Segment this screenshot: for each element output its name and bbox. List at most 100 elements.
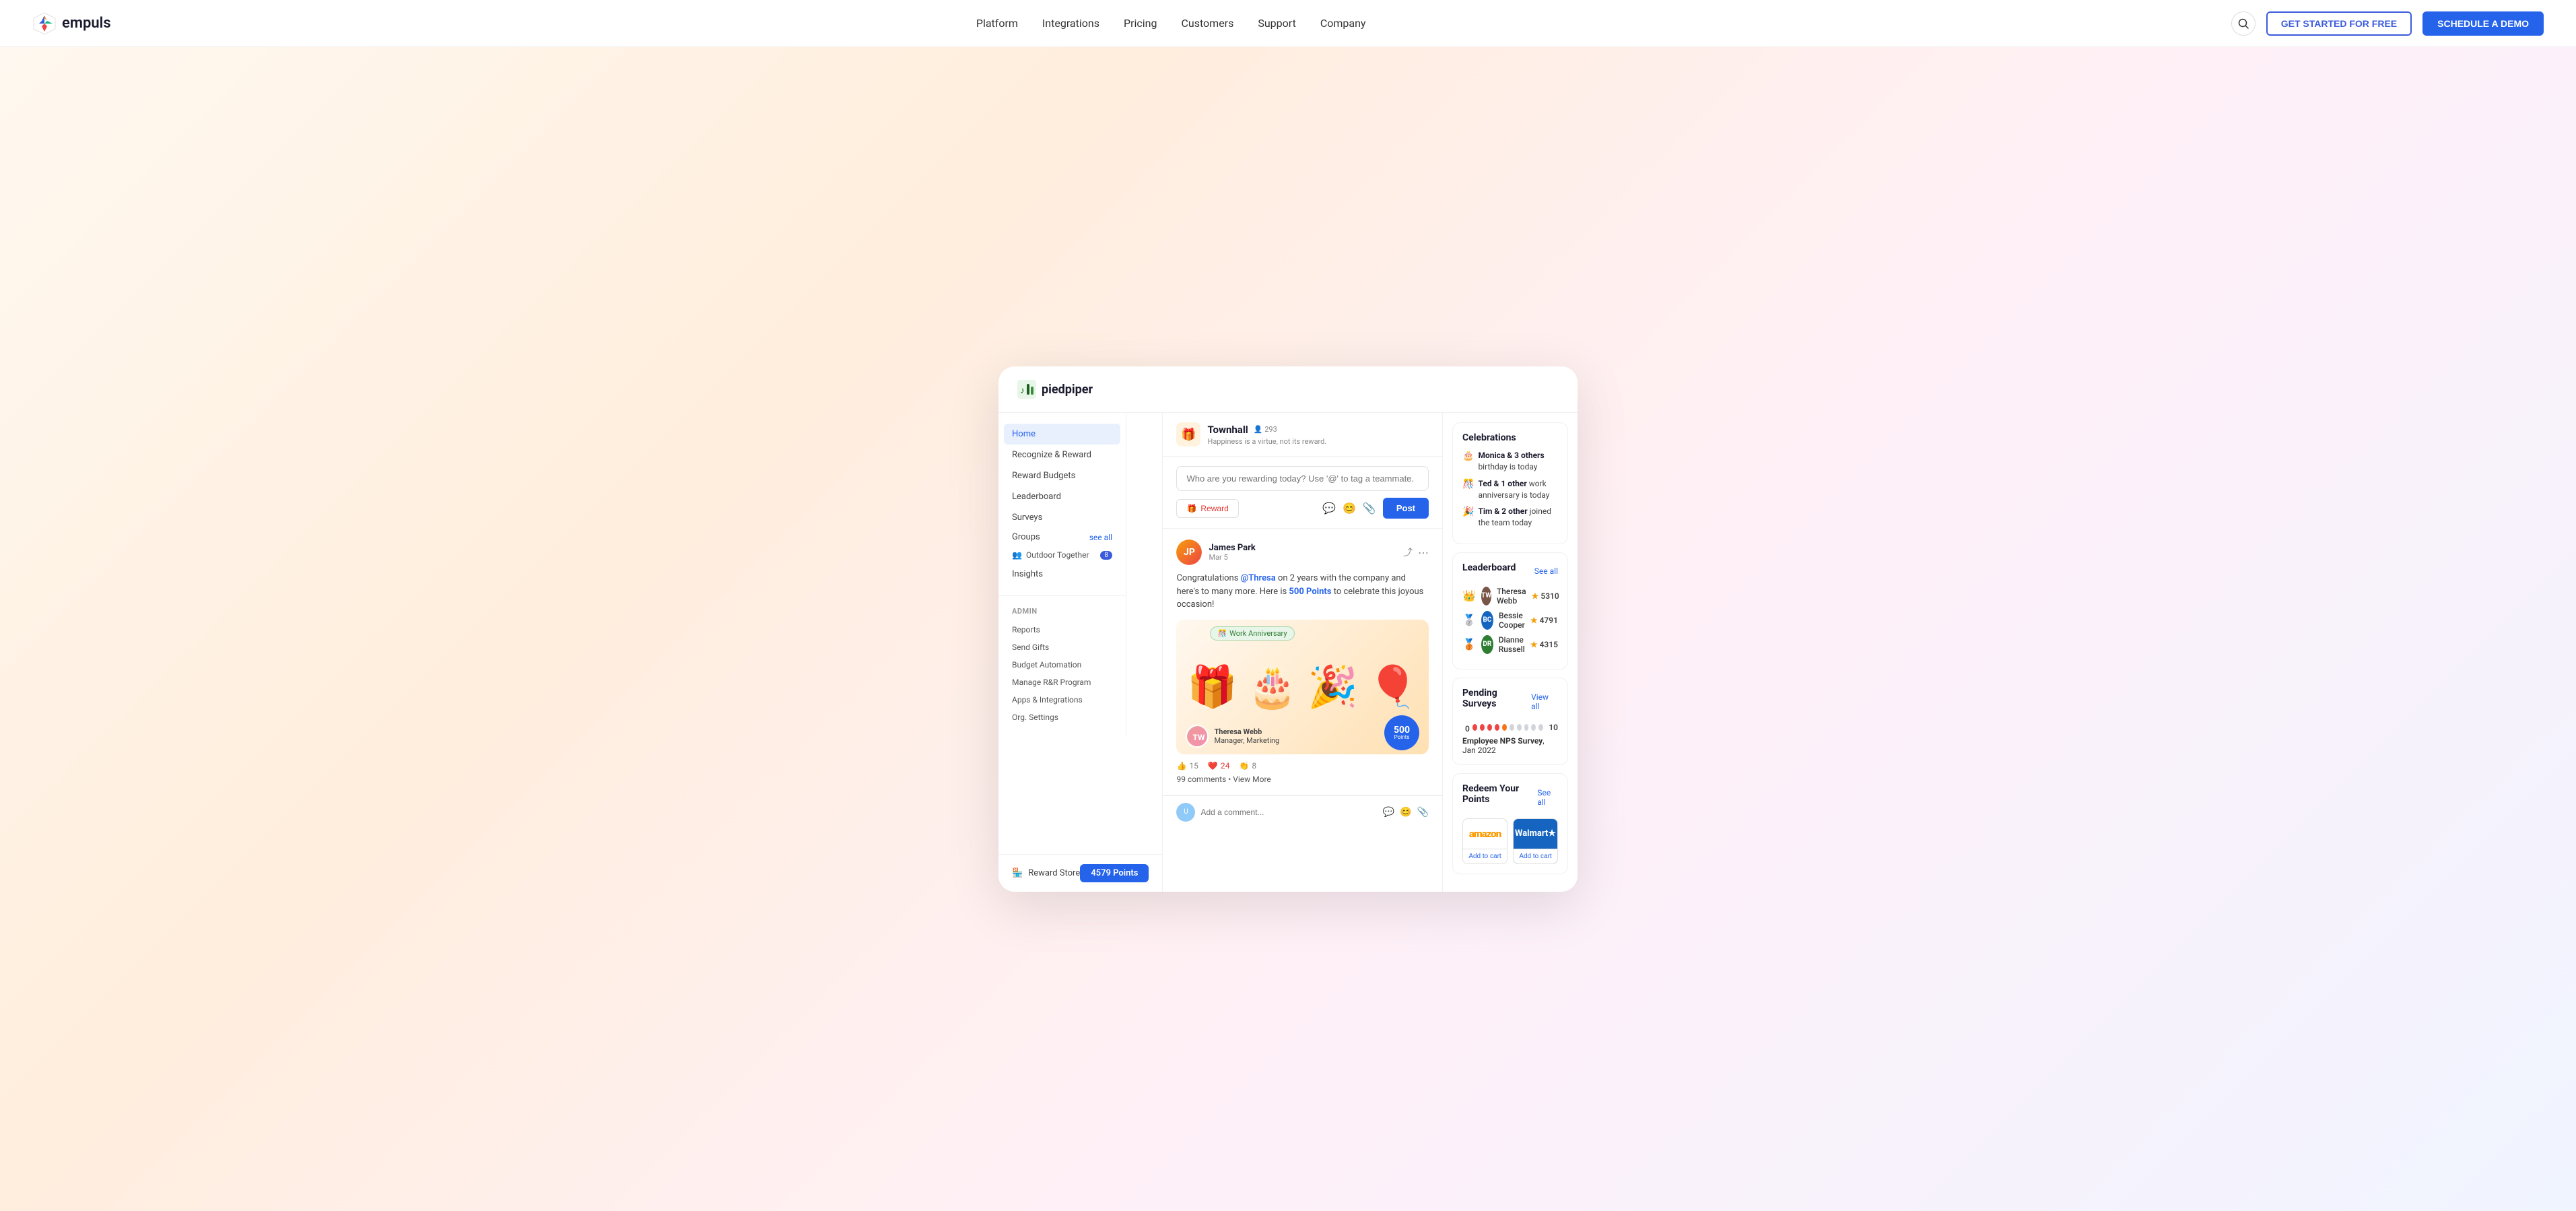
nav-integrations[interactable]: Integrations <box>1042 17 1099 30</box>
feed-post: JP James Park Mar 5 ⤴ ⋯ <box>1163 529 1442 795</box>
like-reaction[interactable]: 👍 15 <box>1176 761 1198 771</box>
post-box: 🎁 Reward 💬 😊 📎 Post <box>1163 457 1442 529</box>
sidebar-item-home[interactable]: Home <box>1004 424 1120 445</box>
nav-pricing[interactable]: Pricing <box>1124 17 1157 30</box>
comment-emoji-icon[interactable]: 💬 <box>1383 807 1394 818</box>
sidebar: Home Recognize & Reward Reward Budgets L… <box>998 413 1126 737</box>
nav-platform[interactable]: Platform <box>976 17 1018 30</box>
post-reactions: 👍 15 ❤️ 24 👏 8 <box>1176 754 1429 771</box>
nav-company[interactable]: Company <box>1320 17 1366 30</box>
post-actions: 🎁 Reward 💬 😊 📎 Post <box>1176 498 1429 519</box>
group-item-left: 👥 Outdoor Together <box>1012 550 1089 560</box>
admin-budget-automation[interactable]: Budget Automation <box>998 656 1126 674</box>
author-details: James Park Mar 5 <box>1209 543 1255 562</box>
post-image: 🎊 Work Anniversary 🎁 🎂 🎉 🎈 TW Theresa We… <box>1176 620 1429 754</box>
surveys-view-all[interactable]: View all <box>1531 692 1558 711</box>
author-avatar: JP <box>1176 539 1202 565</box>
reward-store-bar: 🏪 Reward Store 4579 Points <box>998 854 1162 892</box>
leaderboard-title: Leaderboard <box>1462 562 1516 573</box>
redeem-cards: amazon Add to cart Walmart★ Add to cart <box>1462 818 1558 864</box>
lb-avatar-3: DR <box>1481 635 1493 654</box>
points-circle-label: Points <box>1394 735 1410 740</box>
svg-text:♪: ♪ <box>1020 385 1025 396</box>
sidebar-item-leaderboard[interactable]: Leaderboard <box>998 486 1126 507</box>
comment-smile-icon[interactable]: 😊 <box>1400 807 1411 818</box>
post-image-container: 🎊 Work Anniversary 🎁 🎂 🎉 🎈 TW Theresa We… <box>1176 620 1429 754</box>
survey-count: 10 <box>1549 723 1558 732</box>
nav-support[interactable]: Support <box>1258 17 1295 30</box>
group-icon: 👥 <box>1012 550 1022 560</box>
post-text: Congratulations @Thresa on 2 years with … <box>1176 572 1429 612</box>
redeem-see-all[interactable]: See all <box>1537 788 1558 807</box>
admin-send-gifts[interactable]: Send Gifts <box>998 639 1126 656</box>
theresa-name: Theresa Webb <box>1214 727 1279 736</box>
redeem-header: Redeem Your Points See all <box>1462 783 1558 812</box>
post-icons: 💬 😊 📎 Post <box>1322 498 1429 519</box>
points-circle: 500 Points <box>1384 715 1419 750</box>
sidebar-item-insights[interactable]: Insights <box>998 564 1126 585</box>
comment-attach-icon[interactable]: 📎 <box>1417 807 1429 818</box>
schedule-demo-button[interactable]: SCHEDULE A DEMO <box>2422 11 2544 36</box>
author-name: James Park <box>1209 543 1255 553</box>
admin-reports[interactable]: Reports <box>998 621 1126 639</box>
get-started-button[interactable]: GET STARTED FOR FREE <box>2266 11 2412 36</box>
townhall-info: Townhall 👤 293 Happiness is a virtue, no… <box>1207 424 1326 446</box>
post-comments[interactable]: 99 comments • View More <box>1176 775 1429 784</box>
celebration-joined: 🎉 Tim & 2 other joined the team today <box>1462 506 1558 529</box>
walmart-logo: Walmart★ <box>1514 819 1557 849</box>
admin-apps-integrations[interactable]: Apps & Integrations <box>998 691 1126 709</box>
groups-label: Groups <box>1012 532 1040 542</box>
nav-actions: GET STARTED FOR FREE SCHEDULE A DEMO <box>2231 11 2544 36</box>
nav-links: Platform Integrations Pricing Customers … <box>976 17 1366 30</box>
lb-name-3: Dianne Russell <box>1499 635 1525 654</box>
star-icon-1: ★ <box>1532 591 1539 601</box>
admin-section-title: ADMIN <box>998 601 1126 621</box>
commenter-avatar: U <box>1176 803 1195 822</box>
post-input[interactable] <box>1176 466 1429 491</box>
amazon-add-to-cart[interactable]: Add to cart <box>1463 849 1507 863</box>
admin-org-settings[interactable]: Org. Settings <box>998 709 1126 726</box>
attach-icon[interactable]: 📎 <box>1363 502 1376 515</box>
search-button[interactable] <box>2231 11 2256 36</box>
lb-score-2: ★4791 <box>1530 616 1558 625</box>
share-icon[interactable]: ⤴ <box>1403 546 1413 559</box>
lb-name-1: Theresa Webb <box>1497 587 1526 606</box>
leaderboard-see-all[interactable]: See all <box>1534 566 1558 576</box>
emoji-icon[interactable]: 😊 <box>1343 502 1356 515</box>
walmart-add-to-cart[interactable]: Add to cart <box>1514 849 1557 863</box>
nav-customers[interactable]: Customers <box>1181 17 1233 30</box>
sidebar-nav: Home Recognize & Reward Reward Budgets L… <box>998 424 1126 585</box>
amazon-logo: amazon <box>1463 819 1507 849</box>
leaderboard-item-1: 👑 TW Theresa Webb ★5310 <box>1462 587 1558 606</box>
sidebar-item-recognize[interactable]: Recognize & Reward <box>998 445 1126 465</box>
clap-reaction[interactable]: 👏 8 <box>1239 761 1256 771</box>
townhall-emoji: 🎁 <box>1181 428 1196 442</box>
dot-10 <box>1538 724 1543 731</box>
groups-see-all[interactable]: see all <box>1089 533 1112 542</box>
logo[interactable]: empuls <box>32 11 111 36</box>
post-button[interactable]: Post <box>1383 498 1429 519</box>
townhall-subtitle: Happiness is a virtue, not its reward. <box>1207 437 1326 446</box>
store-icon: 🏪 <box>1012 868 1023 878</box>
admin-manage-rnr[interactable]: Manage R&R Program <box>998 674 1126 691</box>
dot-5 <box>1502 724 1507 731</box>
search-icon <box>2237 18 2249 30</box>
badge-icon: 🎊 <box>1217 629 1227 638</box>
sidebar-group-outdoor[interactable]: 👥 Outdoor Together 8 <box>998 546 1126 564</box>
dot-4 <box>1495 724 1499 731</box>
dots-zero: 0 <box>1465 724 1470 731</box>
comment-icon[interactable]: 💬 <box>1322 502 1336 515</box>
comment-input[interactable] <box>1200 808 1377 817</box>
more-options-icon[interactable]: ⋯ <box>1418 546 1429 559</box>
dot-6 <box>1510 724 1514 731</box>
star-icon-3: ★ <box>1530 640 1538 649</box>
reward-button[interactable]: 🎁 Reward <box>1176 499 1238 518</box>
lb-score-3: ★4315 <box>1530 640 1558 649</box>
points-badge[interactable]: 4579 Points <box>1080 864 1149 882</box>
reward-store-left: 🏪 Reward Store <box>1012 868 1080 878</box>
heart-reaction[interactable]: ❤️ 24 <box>1208 761 1229 771</box>
sidebar-item-budgets[interactable]: Reward Budgets <box>998 465 1126 486</box>
sidebar-item-surveys[interactable]: Surveys <box>998 507 1126 528</box>
dot-2 <box>1480 724 1485 731</box>
townhall-icon: 🎁 <box>1176 422 1200 447</box>
